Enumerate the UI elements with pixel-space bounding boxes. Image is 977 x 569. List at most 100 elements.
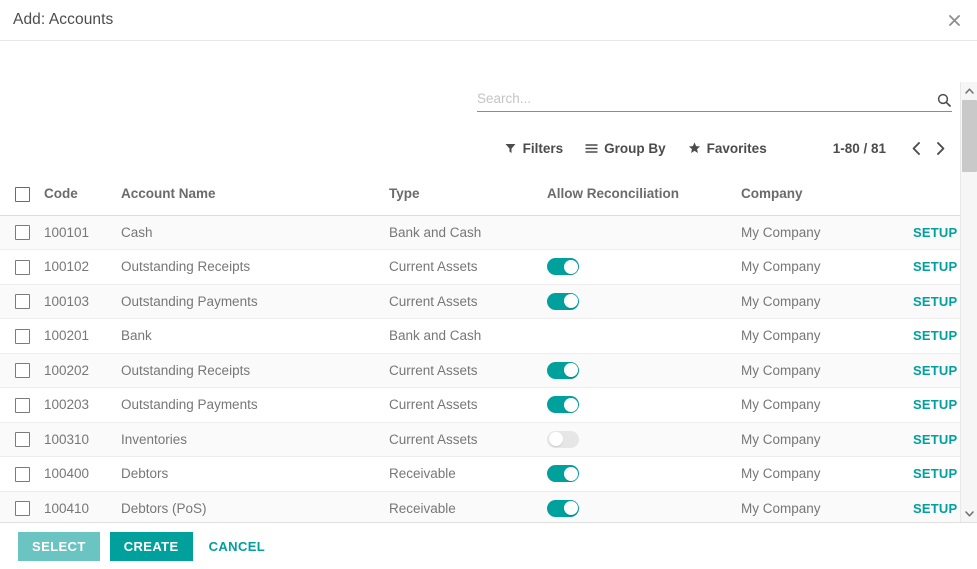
create-button[interactable]: CREATE <box>110 532 193 561</box>
allow-reconciliation-toggle[interactable] <box>547 500 579 517</box>
cell-company: My Company <box>741 250 913 285</box>
row-checkbox[interactable] <box>15 294 30 309</box>
dialog-header: Add: Accounts <box>0 0 977 41</box>
allow-reconciliation-toggle[interactable] <box>547 362 579 379</box>
toggle-knob <box>564 501 578 515</box>
cell-allow-reconciliation <box>547 491 741 522</box>
setup-link[interactable]: SETUP <box>913 397 957 412</box>
row-select-cell <box>0 353 44 388</box>
table-row[interactable]: 100103Outstanding PaymentsCurrent Assets… <box>0 284 977 319</box>
select-all-checkbox[interactable] <box>15 187 30 202</box>
column-header-company[interactable]: Company <box>741 173 913 215</box>
cancel-button[interactable]: CANCEL <box>209 532 266 561</box>
toggle-knob <box>564 467 578 481</box>
pager-previous-icon[interactable] <box>904 136 928 160</box>
table-body: 100101CashBank and CashMy CompanySETUP10… <box>0 215 977 522</box>
pager-count: 1-80 / 81 <box>833 141 886 156</box>
toggle-knob <box>564 398 578 412</box>
allow-reconciliation-toggle[interactable] <box>547 431 579 448</box>
cell-account-name: Debtors (PoS) <box>121 491 389 522</box>
cell-type: Current Assets <box>389 422 547 457</box>
pager: 1-80 / 81 <box>833 136 952 160</box>
cell-code: 100101 <box>44 215 121 250</box>
group-by-menu[interactable]: Group By <box>585 141 666 156</box>
column-header-type[interactable]: Type <box>389 173 547 215</box>
table-row[interactable]: 100102Outstanding ReceiptsCurrent Assets… <box>0 250 977 285</box>
setup-link[interactable]: SETUP <box>913 363 957 378</box>
column-header-allow-reconciliation[interactable]: Allow Reconciliation <box>547 173 741 215</box>
filters-menu[interactable]: Filters <box>504 141 564 156</box>
allow-reconciliation-toggle[interactable] <box>547 258 579 275</box>
setup-link[interactable]: SETUP <box>913 328 957 343</box>
row-checkbox[interactable] <box>15 329 30 344</box>
cell-code: 100310 <box>44 422 121 457</box>
scroll-down-icon[interactable] <box>961 505 977 522</box>
cell-account-name: Bank <box>121 319 389 354</box>
row-select-cell <box>0 491 44 522</box>
filters-label: Filters <box>523 141 564 156</box>
cell-code: 100102 <box>44 250 121 285</box>
row-checkbox[interactable] <box>15 363 30 378</box>
cell-type: Current Assets <box>389 284 547 319</box>
pager-next-icon[interactable] <box>928 136 952 160</box>
hamburger-icon <box>585 143 598 154</box>
cell-allow-reconciliation <box>547 215 741 250</box>
row-checkbox[interactable] <box>15 225 30 240</box>
scrollbar-thumb[interactable] <box>962 100 977 172</box>
cell-account-name: Outstanding Receipts <box>121 250 389 285</box>
cell-company: My Company <box>741 215 913 250</box>
row-checkbox[interactable] <box>15 398 30 413</box>
table-row[interactable]: 100202Outstanding ReceiptsCurrent Assets… <box>0 353 977 388</box>
control-panel-menus: Filters Group By <box>504 141 767 156</box>
select-button[interactable]: SELECT <box>18 532 100 561</box>
toggle-knob <box>564 260 578 274</box>
table-row[interactable]: 100201BankBank and CashMy CompanySETUP <box>0 319 977 354</box>
table-row[interactable]: 100101CashBank and CashMy CompanySETUP <box>0 215 977 250</box>
search-input[interactable] <box>477 90 936 108</box>
table-row[interactable]: 100410Debtors (PoS)ReceivableMy CompanyS… <box>0 491 977 522</box>
setup-link[interactable]: SETUP <box>913 501 957 516</box>
cell-allow-reconciliation <box>547 353 741 388</box>
close-icon[interactable] <box>943 9 965 31</box>
setup-link[interactable]: SETUP <box>913 294 957 309</box>
cell-code: 100410 <box>44 491 121 522</box>
column-header-account-name[interactable]: Account Name <box>121 173 389 215</box>
table-header-row: Code Account Name Type Allow Reconciliat… <box>0 173 977 215</box>
row-select-cell <box>0 457 44 492</box>
vertical-scrollbar[interactable] <box>960 82 977 522</box>
table-row[interactable]: 100310InventoriesCurrent AssetsMy Compan… <box>0 422 977 457</box>
cell-code: 100203 <box>44 388 121 423</box>
toggle-knob <box>564 294 578 308</box>
row-select-cell <box>0 388 44 423</box>
row-checkbox[interactable] <box>15 260 30 275</box>
setup-link[interactable]: SETUP <box>913 225 957 240</box>
row-checkbox[interactable] <box>15 467 30 482</box>
row-checkbox[interactable] <box>15 432 30 447</box>
cell-type: Current Assets <box>389 250 547 285</box>
scroll-up-icon[interactable] <box>961 82 977 99</box>
search-icon[interactable] <box>936 92 952 108</box>
cell-company: My Company <box>741 422 913 457</box>
row-select-cell <box>0 319 44 354</box>
row-select-cell <box>0 284 44 319</box>
setup-link[interactable]: SETUP <box>913 259 957 274</box>
table-row[interactable]: 100400DebtorsReceivableMy CompanySETUP <box>0 457 977 492</box>
setup-link[interactable]: SETUP <box>913 466 957 481</box>
cell-code: 100202 <box>44 353 121 388</box>
cell-code: 100400 <box>44 457 121 492</box>
allow-reconciliation-toggle[interactable] <box>547 465 579 482</box>
allow-reconciliation-toggle[interactable] <box>547 293 579 310</box>
cell-company: My Company <box>741 491 913 522</box>
allow-reconciliation-toggle[interactable] <box>547 396 579 413</box>
table-row[interactable]: 100203Outstanding PaymentsCurrent Assets… <box>0 388 977 423</box>
favorites-menu[interactable]: Favorites <box>688 141 767 156</box>
dialog-footer: SELECT CREATE CANCEL <box>0 522 977 569</box>
column-header-code[interactable]: Code <box>44 173 121 215</box>
setup-link[interactable]: SETUP <box>913 432 957 447</box>
cell-company: My Company <box>741 457 913 492</box>
cell-account-name: Outstanding Payments <box>121 284 389 319</box>
cell-type: Current Assets <box>389 353 547 388</box>
row-checkbox[interactable] <box>15 501 30 516</box>
cell-allow-reconciliation <box>547 422 741 457</box>
control-panel-row: Filters Group By <box>0 136 965 160</box>
